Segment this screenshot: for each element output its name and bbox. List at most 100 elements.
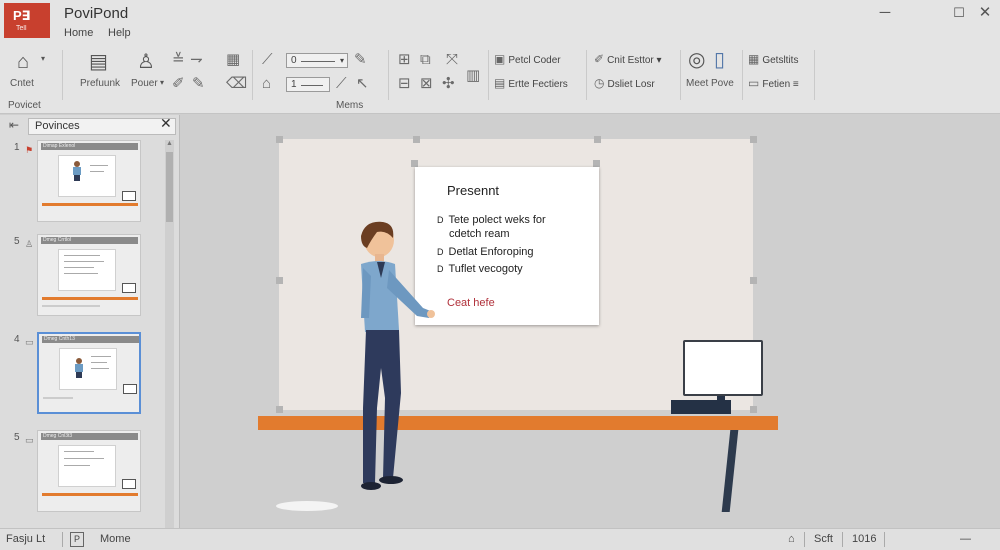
collapse-pane-icon[interactable]: ⇤ bbox=[9, 118, 19, 132]
paste-button[interactable]: Prefuunk bbox=[80, 78, 120, 89]
brush-icon[interactable]: ✐ bbox=[172, 76, 185, 91]
resize-handle[interactable] bbox=[750, 406, 757, 413]
thumb-desk bbox=[42, 297, 138, 300]
draw-icon[interactable]: ⟋ bbox=[336, 76, 347, 91]
meet-pove-button[interactable]: Meet Pove bbox=[686, 78, 734, 89]
card-title: Presennt bbox=[447, 183, 500, 198]
thumb-line bbox=[90, 165, 108, 166]
thumb-title: Dimap Exlenol bbox=[41, 143, 138, 150]
pane-scrollbar[interactable]: ▲ bbox=[165, 140, 174, 528]
picture-effects-button[interactable]: ▤ Ertte Fectiers bbox=[494, 76, 568, 92]
close-pane-button[interactable]: ✕ bbox=[160, 115, 172, 132]
zoom-level[interactable]: 1016 bbox=[852, 533, 876, 545]
ribbon-separator bbox=[680, 50, 681, 100]
resize-handle[interactable] bbox=[276, 406, 283, 413]
line-icon[interactable]: ⟋ bbox=[262, 52, 273, 67]
line-weight-field[interactable]: 0 ▾ bbox=[286, 53, 348, 68]
ribbon-separator bbox=[586, 50, 587, 100]
resize-handle[interactable] bbox=[413, 136, 420, 143]
thumb-line bbox=[64, 261, 104, 262]
maximize-button[interactable]: ☐ bbox=[946, 2, 972, 24]
align-icon[interactable]: ≚ bbox=[172, 52, 185, 67]
tab-home[interactable]: Home bbox=[64, 27, 93, 39]
power-button[interactable]: Pouer bbox=[131, 78, 158, 89]
picture-border-button[interactable]: ▣ Petcl Coder bbox=[494, 52, 561, 68]
status-separator bbox=[842, 532, 843, 547]
edit-label: Cnit Esttor bbox=[607, 55, 654, 66]
call-to-action-link[interactable]: Ceat hefe bbox=[447, 297, 495, 309]
thumb-line bbox=[43, 397, 73, 399]
align-left-icon[interactable]: ⊟ bbox=[398, 76, 411, 91]
scrollbar-thumb[interactable] bbox=[166, 152, 173, 222]
presentation-card[interactable]: Presennt D Tete polect weks for cdetch re… bbox=[415, 167, 599, 325]
tab-help[interactable]: Help bbox=[108, 27, 131, 39]
thumb-line bbox=[64, 267, 94, 268]
slideshow-icon[interactable]: ◎ bbox=[688, 50, 705, 70]
slide-number: 5 bbox=[14, 432, 20, 443]
resize-handle[interactable] bbox=[750, 136, 757, 143]
resize-handle[interactable] bbox=[411, 160, 418, 167]
slide-number: 5 bbox=[14, 236, 20, 247]
create-button[interactable]: Cntet bbox=[10, 78, 34, 89]
fetien-button[interactable]: ▭ Fetien ≡ bbox=[748, 76, 799, 92]
text-box-icon[interactable]: ▥ bbox=[466, 68, 480, 83]
resize-handle[interactable] bbox=[593, 160, 600, 167]
pointer-icon[interactable]: ↖ bbox=[356, 76, 369, 91]
resize-handle[interactable] bbox=[594, 136, 601, 143]
settings-button[interactable]: ▦ Getsltits bbox=[748, 52, 798, 68]
layout-icon[interactable]: ⊞ bbox=[398, 52, 411, 67]
thumb-line bbox=[91, 356, 111, 357]
resize-handle[interactable] bbox=[750, 277, 757, 284]
app-logo: P∃ Tell bbox=[4, 3, 50, 38]
clipboard-icon[interactable]: ▤ bbox=[89, 52, 108, 72]
eraser-icon[interactable]: ⌫ bbox=[226, 76, 247, 91]
user-icon[interactable]: ♙ bbox=[137, 52, 155, 72]
slide-thumbnail-pane: ⇤ Povinces ✕ ▲ 1 ⚑ Dimap Exlenol 5 ♙ Dme… bbox=[0, 115, 180, 528]
ribbon-separator bbox=[814, 50, 815, 100]
grid-icon[interactable]: ▦ bbox=[226, 52, 240, 67]
resize-handle[interactable] bbox=[276, 277, 283, 284]
thumb-line bbox=[42, 305, 100, 307]
ribbon-separator bbox=[388, 50, 389, 100]
line-style-field[interactable]: 1 bbox=[286, 77, 330, 92]
thumb-title: Dmeg Crrtlol bbox=[41, 237, 138, 244]
lock-icon[interactable]: ⌂ bbox=[788, 533, 795, 545]
slide-thumbnail[interactable]: Dimap Exlenol bbox=[37, 140, 141, 222]
chevron-down-icon[interactable]: ▾ bbox=[340, 54, 344, 67]
view-normal-button[interactable]: Scft bbox=[814, 533, 833, 545]
slide-thumbnail[interactable]: Dmeg Cnl3t3 bbox=[37, 430, 141, 512]
bullet-item: D Detlat Enforoping bbox=[437, 245, 534, 259]
chevron-down-icon[interactable]: ▾ bbox=[160, 78, 164, 87]
shape-icon[interactable]: ⌂ bbox=[262, 76, 271, 91]
minimize-button[interactable]: ─ bbox=[872, 2, 898, 24]
ungroup-icon[interactable]: ⤧ bbox=[446, 52, 458, 67]
thumb-line bbox=[64, 458, 104, 459]
notes-icon[interactable]: P bbox=[70, 532, 84, 547]
slide-thumbnail[interactable]: Dmeg Crrtlol bbox=[37, 234, 141, 316]
picture-border-label: Petcl Coder bbox=[508, 55, 561, 66]
delete-button[interactable]: ◷ Dsliet Losr bbox=[594, 76, 655, 92]
status-mode[interactable]: Mome bbox=[100, 533, 131, 545]
distribute-icon[interactable]: ⊠ bbox=[420, 76, 433, 91]
pencil-icon[interactable]: ✎ bbox=[354, 52, 367, 67]
home-icon[interactable]: ⌂ bbox=[17, 52, 29, 72]
format-icon[interactable]: ⇁ bbox=[190, 52, 203, 67]
bullet-text: Detlat Enforoping bbox=[448, 246, 534, 258]
group-icon[interactable]: ⧉ bbox=[420, 52, 431, 67]
zoom-slider[interactable]: — bbox=[960, 533, 971, 545]
pen-icon[interactable]: ✎ bbox=[192, 76, 205, 91]
clock-icon: ◷ bbox=[594, 76, 605, 90]
slide-thumbnail-selected[interactable]: Dmeg Cnth13 bbox=[37, 332, 141, 414]
edit-button[interactable]: ✐ Cnit Esttor ▾ bbox=[594, 52, 662, 68]
resize-handle[interactable] bbox=[276, 136, 283, 143]
settings-label: Getsltits bbox=[762, 55, 799, 66]
close-window-button[interactable]: ✕ bbox=[972, 2, 998, 24]
thumb-desk bbox=[42, 203, 138, 206]
slide-editing-canvas[interactable]: Presennt D Tete polect weks for cdetch re… bbox=[181, 115, 1000, 528]
ribbon-separator bbox=[62, 50, 63, 100]
scroll-up-icon[interactable]: ▲ bbox=[166, 140, 173, 147]
present-icon[interactable]: ▯ bbox=[714, 50, 725, 70]
chevron-down-icon[interactable]: ▾ bbox=[41, 54, 45, 63]
border-icon: ▣ bbox=[494, 52, 506, 66]
rotate-icon[interactable]: ✣ bbox=[442, 76, 455, 91]
